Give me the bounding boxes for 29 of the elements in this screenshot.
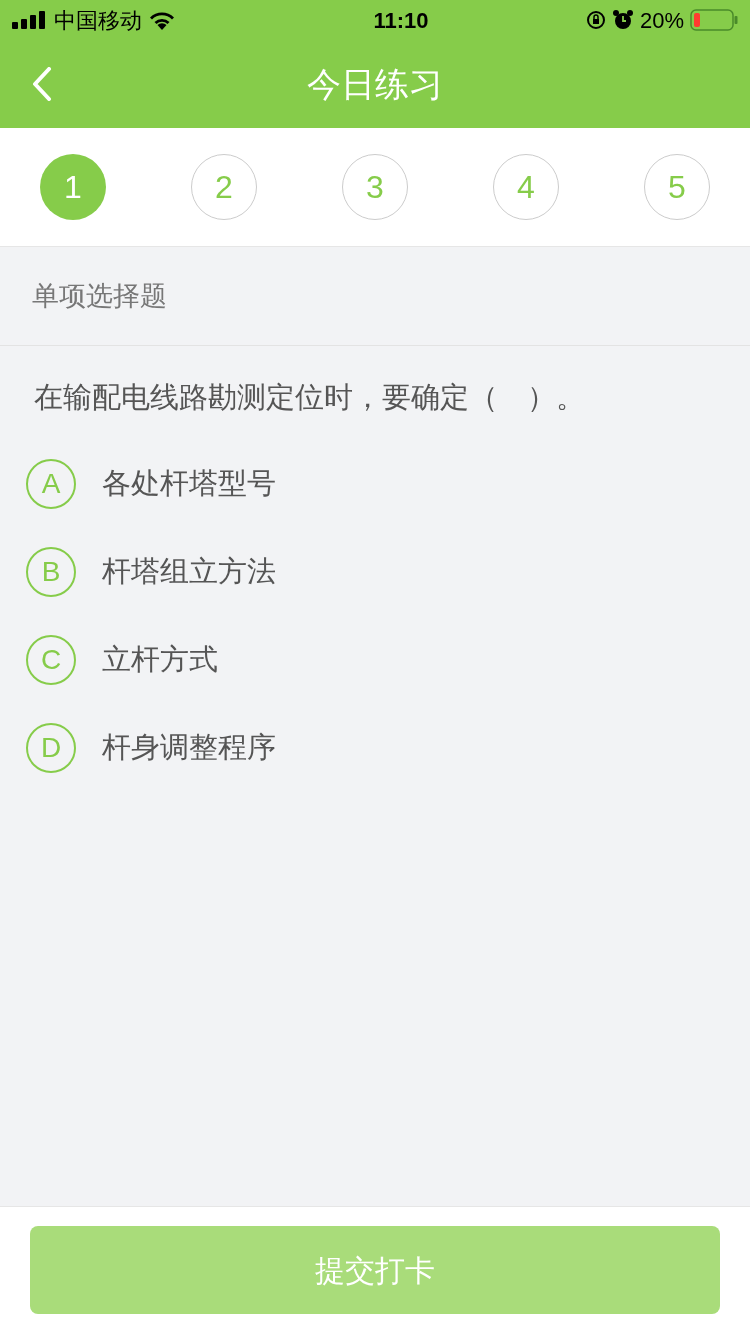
rotation-lock-icon	[585, 10, 606, 30]
question-number-tab[interactable]: 2	[191, 154, 257, 220]
status-time: 11:10	[373, 6, 429, 35]
option-letter: C	[26, 634, 76, 685]
option-text: 杆身调整程序	[102, 729, 276, 765]
option-letter: D	[26, 722, 76, 773]
battery-icon	[690, 9, 738, 31]
page-title: 今日练习	[307, 63, 443, 105]
wifi-icon	[148, 10, 176, 30]
question-number-tab[interactable]: 5	[644, 154, 710, 220]
alarm-icon	[611, 9, 634, 31]
option-letter: A	[26, 458, 76, 509]
answer-option[interactable]: A 各处杆塔型号	[0, 439, 750, 528]
option-text: 立杆方式	[102, 641, 218, 677]
answer-option[interactable]: D 杆身调整程序	[0, 703, 750, 792]
question-number-tab[interactable]: 1	[40, 154, 106, 220]
battery-percent: 20%	[639, 6, 684, 35]
question-type: 单项选择题	[32, 279, 167, 313]
option-letter: B	[26, 546, 76, 597]
question-text: 在输配电线路勘测定位时，要确定（ ）。	[34, 381, 585, 413]
question-number-tab[interactable]: 4	[493, 154, 559, 220]
option-text: 杆塔组立方法	[102, 553, 276, 589]
back-icon	[32, 67, 52, 101]
answer-option[interactable]: B 杆塔组立方法	[0, 527, 750, 616]
option-text: 各处杆塔型号	[102, 465, 276, 501]
signal-icon	[12, 11, 48, 29]
question-number-tab[interactable]: 3	[342, 154, 408, 220]
answer-option[interactable]: C 立杆方式	[0, 615, 750, 704]
carrier-name: 中国移动	[54, 6, 142, 35]
